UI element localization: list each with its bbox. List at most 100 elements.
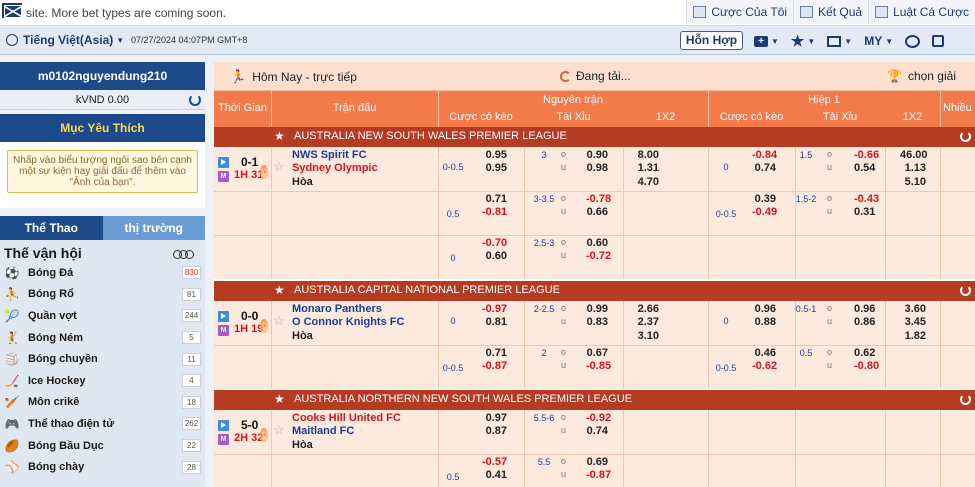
odds-under[interactable]: 0.74: [586, 425, 608, 437]
match-tracker-icon[interactable]: M: [218, 434, 229, 445]
star-icon[interactable]: ★: [274, 129, 285, 143]
half-odds-2[interactable]: 3.45: [900, 316, 926, 328]
half-odds-away[interactable]: -0.62: [752, 360, 777, 372]
half-odds-1[interactable]: 3.60: [900, 303, 926, 315]
league-header[interactable]: ★ AUSTRALIA CAPITAL NATIONAL PREMIER LEAG…: [214, 281, 975, 301]
sidebar-item-sport[interactable]: ⚽ Bóng Đá 830: [0, 262, 205, 284]
star-icon[interactable]: ★: [274, 392, 285, 406]
half-odds-away[interactable]: -0.49: [752, 206, 777, 218]
half-odds-over[interactable]: -0.66: [854, 149, 879, 161]
odds-under[interactable]: -0.72: [586, 250, 611, 262]
odds-over[interactable]: 0.60: [586, 237, 608, 249]
refresh-icon[interactable]: [960, 394, 971, 405]
half-odds-home[interactable]: 0.96: [752, 303, 776, 315]
odds-under[interactable]: -0.87: [586, 469, 611, 481]
odds-home[interactable]: -0.97: [482, 303, 507, 315]
away-team[interactable]: Maitland FC: [292, 425, 354, 437]
half-odds-under[interactable]: 0.54: [854, 162, 875, 174]
odds-x[interactable]: 3.10: [634, 330, 659, 342]
olympics-item[interactable]: Thế vận hội: [0, 244, 205, 262]
home-team[interactable]: Cooks Hill United FC: [292, 412, 401, 424]
half-odds-under[interactable]: 0.31: [854, 206, 875, 218]
odds-x[interactable]: 4.70: [634, 176, 659, 188]
select-league-button[interactable]: 🏆 chọn giải: [887, 69, 956, 83]
live-stream-icon[interactable]: [218, 420, 229, 431]
odds-under[interactable]: 0.66: [586, 206, 608, 218]
odds-1[interactable]: 2.66: [634, 303, 659, 315]
half-odds-2[interactable]: 1.13: [900, 162, 926, 174]
sidebar-item-sport[interactable]: 🎮 Thể thao điện tử 262: [0, 413, 205, 435]
odds-under[interactable]: -0.85: [586, 360, 611, 372]
view-menu[interactable]: ▼: [821, 32, 858, 50]
star-icon[interactable]: ★: [274, 283, 285, 297]
odds-home[interactable]: 0.71: [482, 193, 507, 205]
results-link[interactable]: Kết Quả: [793, 0, 868, 24]
sidebar-item-sport[interactable]: ⚾ Bóng chày 28: [0, 456, 205, 478]
odds-2[interactable]: 2.37: [634, 316, 659, 328]
half-odds-1[interactable]: 46.00: [900, 149, 928, 161]
odds-home[interactable]: 0.97: [482, 412, 507, 424]
away-team[interactable]: O Connor Knights FC: [292, 316, 404, 328]
refresh-icon[interactable]: [189, 94, 201, 106]
half-odds-home[interactable]: 0.39: [752, 193, 776, 205]
odds-over[interactable]: 0.69: [586, 456, 608, 468]
tab-market[interactable]: thị trường: [102, 216, 205, 240]
league-header[interactable]: ★ AUSTRALIA NORTHERN NEW SOUTH WALES PREM…: [214, 390, 975, 410]
favorite-star-icon[interactable]: ☆: [273, 313, 285, 329]
half-odds-over[interactable]: 0.62: [854, 347, 875, 359]
mail-icon[interactable]: [2, 3, 22, 18]
refresh-icon[interactable]: [960, 131, 971, 142]
add-menu[interactable]: + ▼: [748, 32, 785, 50]
parlay-button[interactable]: Hỗn Hợp: [680, 31, 743, 50]
half-odds-over[interactable]: 0.96: [854, 303, 875, 315]
odds-home[interactable]: -0.57: [482, 456, 507, 468]
odds-away[interactable]: -0.87: [482, 360, 507, 372]
live-stream-icon[interactable]: [218, 311, 229, 322]
odds-under[interactable]: 0.98: [586, 162, 608, 174]
sidebar-item-sport[interactable]: ⛹ Bóng Rổ 81: [0, 284, 205, 306]
live-filter[interactable]: 🏃 Hôm Nay - trực tiếp: [230, 69, 357, 85]
half-odds-x[interactable]: 5.10: [900, 176, 926, 188]
odds-home[interactable]: 0.71: [482, 347, 507, 359]
tab-sports[interactable]: Thể Thao: [0, 216, 103, 240]
odds-away[interactable]: 0.95: [482, 162, 507, 174]
my-bets-link[interactable]: Cược Của Tôi: [686, 0, 793, 24]
favorite-star-icon[interactable]: ☆: [273, 159, 285, 175]
rules-link[interactable]: Luật Cá Cược: [868, 0, 975, 24]
odds-home[interactable]: 0.95: [482, 149, 507, 161]
half-odds-under[interactable]: 0.86: [854, 316, 875, 328]
half-odds-over[interactable]: -0.43: [854, 193, 879, 205]
odds-home[interactable]: -0.70: [482, 237, 507, 249]
match-tracker-icon[interactable]: M: [218, 325, 229, 336]
home-team[interactable]: NWS Spirit FC: [292, 149, 367, 161]
match-tracker-icon[interactable]: M: [218, 171, 229, 182]
odds-over[interactable]: 0.67: [586, 347, 608, 359]
half-odds-away[interactable]: 0.88: [752, 316, 776, 328]
sidebar-item-sport[interactable]: 🏏 Môn crikê 18: [0, 392, 205, 414]
half-odds-home[interactable]: -0.84: [752, 149, 777, 161]
odds-type-menu[interactable]: MY ▼: [858, 32, 899, 50]
odds-away[interactable]: -0.81: [482, 206, 507, 218]
odds-over[interactable]: 0.90: [586, 149, 608, 161]
refresh-icon[interactable]: [960, 285, 971, 296]
sidebar-item-sport[interactable]: 🏐 Bóng chuyền 11: [0, 348, 205, 370]
odds-away[interactable]: 0.81: [482, 316, 507, 328]
odds-away[interactable]: 0.41: [482, 469, 507, 481]
favorites-menu[interactable]: ★ ▼: [785, 32, 821, 50]
odds-over[interactable]: 0.99: [586, 303, 608, 315]
away-team[interactable]: Sydney Olympic: [292, 162, 378, 174]
sidebar-item-sport[interactable]: 🏉 Bóng Bầu Dục 22: [0, 435, 205, 457]
half-odds-home[interactable]: 0.46: [752, 347, 776, 359]
odds-over[interactable]: -0.78: [586, 193, 611, 205]
odds-2[interactable]: 1.31: [634, 162, 659, 174]
odds-1[interactable]: 8.00: [634, 149, 659, 161]
half-odds-x[interactable]: 1.82: [900, 330, 926, 342]
odds-under[interactable]: 0.83: [586, 316, 608, 328]
sidebar-item-sport[interactable]: 🤾 Bóng Ném 5: [0, 327, 205, 349]
home-team[interactable]: Monaro Panthers: [292, 303, 382, 315]
favorites-header[interactable]: Mục Yêu Thích: [0, 114, 205, 142]
odds-over[interactable]: -0.92: [586, 412, 611, 424]
half-odds-away[interactable]: 0.74: [752, 162, 776, 174]
odds-away[interactable]: 0.87: [482, 425, 507, 437]
odds-away[interactable]: 0.60: [482, 250, 507, 262]
